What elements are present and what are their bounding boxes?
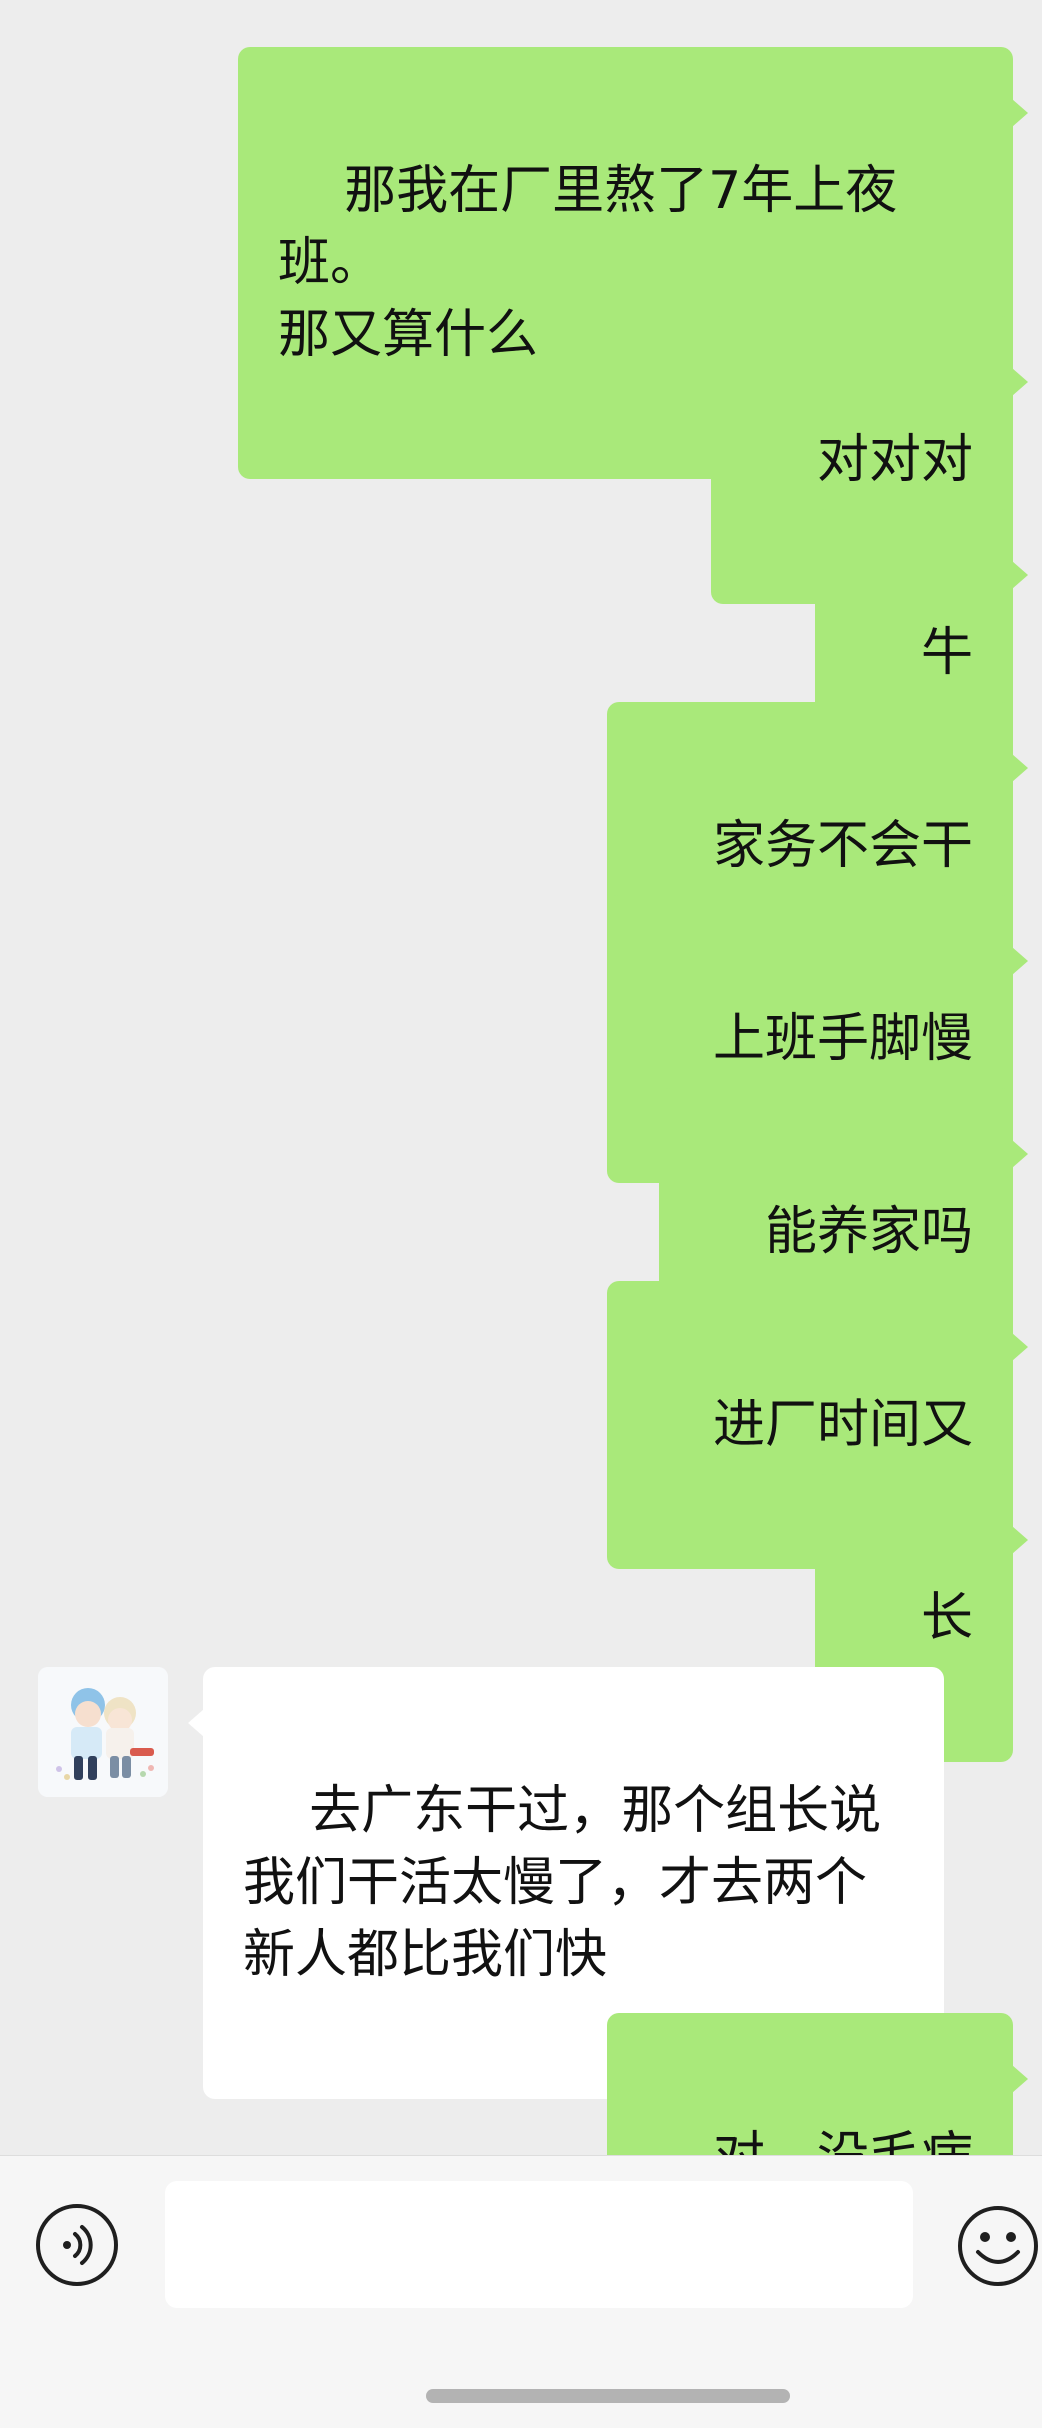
voice-button[interactable] bbox=[36, 2204, 118, 2286]
message-text: 家务不会干 bbox=[712, 816, 973, 876]
emoji-icon bbox=[958, 2206, 1038, 2286]
contact-avatar[interactable] bbox=[38, 1667, 168, 1797]
home-indicator[interactable] bbox=[426, 2389, 790, 2403]
message-text: 长 bbox=[920, 1588, 973, 1648]
message-text: 对对对 bbox=[816, 430, 973, 490]
message-text: 上班手脚慢 bbox=[712, 1009, 973, 1069]
message-input[interactable] bbox=[165, 2181, 913, 2308]
message-text: 牛 bbox=[920, 623, 973, 683]
avatar-illustration bbox=[38, 1667, 168, 1797]
message-text: 进厂时间又 bbox=[712, 1395, 973, 1455]
voice-icon bbox=[63, 2225, 93, 2265]
emoji-button[interactable] bbox=[956, 2204, 1040, 2288]
input-bar bbox=[0, 2155, 1042, 2428]
message-text: 能养家吗 bbox=[764, 1202, 973, 1262]
chat-screen: 那我在厂里熬了7年上夜班。 那又算什么 对对对 牛 家务不会干 上班手脚慢 能养… bbox=[0, 0, 1042, 2428]
message-text: 去广东干过，那个组长说我们干活太慢了，才去两个新人都比我们快 bbox=[243, 1781, 882, 1985]
